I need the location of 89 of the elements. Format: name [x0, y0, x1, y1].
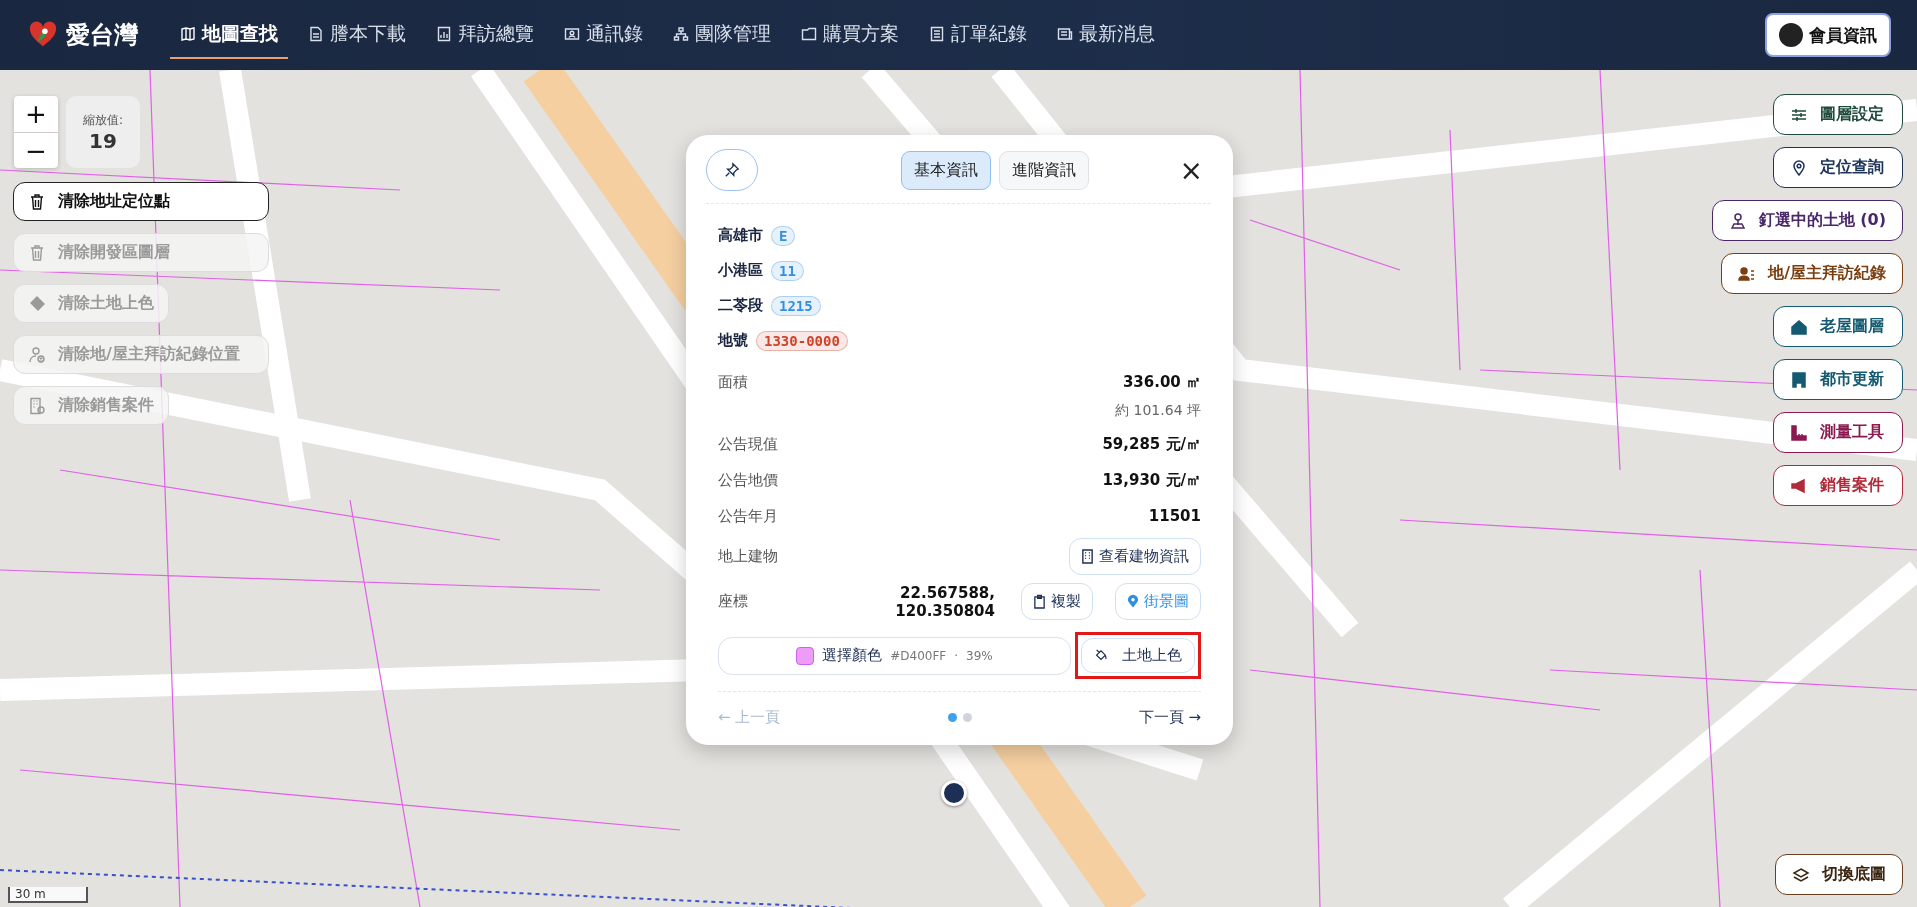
field-value: 13,930 元/㎡ — [1102, 470, 1201, 490]
nav-tab[interactable]: 團隊管理 — [663, 11, 781, 59]
nav-tab[interactable]: 訂單紀錄 — [919, 11, 1037, 59]
contact-list-icon — [1738, 264, 1757, 283]
map-tool-button[interactable]: 地/屋主拜訪紀錄 — [1721, 253, 1903, 294]
zoom-out-button[interactable]: − — [14, 132, 58, 168]
brand-name: 愛台灣 — [66, 20, 138, 51]
pin-button[interactable] — [706, 149, 758, 191]
zoom-value: 19 — [89, 128, 117, 153]
info-tab[interactable]: 基本資訊 — [900, 150, 991, 190]
nav-tab[interactable]: 謄本下載 — [298, 11, 416, 59]
zoom-in-button[interactable]: + — [14, 96, 58, 132]
pushpin-icon — [724, 162, 740, 178]
member-info-button[interactable]: 會員資訊 — [1765, 13, 1891, 57]
map-tool-button[interactable]: 圖層設定 — [1773, 94, 1903, 135]
location-label: 二苓段 — [718, 296, 763, 315]
folder-icon — [801, 26, 817, 42]
scale-bar: 30 m — [8, 887, 88, 903]
opacity-value: 39% — [966, 648, 993, 663]
building-remove-icon — [28, 396, 46, 415]
field-value: 59,285 元/㎡ — [1102, 434, 1201, 454]
eraser-icon — [28, 294, 46, 313]
trash-icon — [28, 243, 46, 262]
coordinates-value: 22.567588, 120.350804 — [895, 583, 995, 620]
map-tool-button[interactable]: 老屋圖層 — [1773, 306, 1903, 347]
street-view-button[interactable]: 街景圖 — [1115, 583, 1201, 620]
contact-card-icon — [564, 26, 580, 42]
separator-dot: · — [954, 648, 959, 663]
avatar-icon — [1779, 23, 1803, 47]
field-label: 地上建物 — [718, 547, 779, 566]
nav-tab[interactable]: 拜訪總覽 — [426, 11, 544, 59]
copy-button[interactable]: 複製 — [1021, 583, 1093, 620]
map-tool-button[interactable]: 測量工具 — [1773, 412, 1903, 453]
nav-tab[interactable]: 最新消息 — [1047, 11, 1165, 59]
info-tab[interactable]: 進階資訊 — [998, 150, 1089, 190]
code-tag: E — [771, 225, 796, 246]
field-value: 336.00 ㎡ — [1122, 372, 1201, 392]
person-remove-icon — [28, 345, 46, 364]
clipboard-icon — [1033, 594, 1046, 609]
field-value: 11501 — [1148, 507, 1201, 525]
next-page-link[interactable]: 下一頁 → — [1138, 704, 1201, 731]
field-subvalue: 約 101.64 坪 — [1114, 402, 1201, 420]
field-label: 公告現值 — [718, 434, 779, 454]
ruler-icon — [1790, 423, 1808, 442]
document-icon — [308, 26, 324, 42]
paint-land-button[interactable]: 土地上色 — [1081, 638, 1195, 673]
color-picker-button[interactable]: 選擇顏色 #D400FF · 39% — [718, 636, 1071, 675]
map-tool-button[interactable]: 定位查詢 — [1773, 147, 1903, 188]
map-icon — [180, 26, 196, 42]
code-tag: 1330-0000 — [756, 330, 848, 351]
view-building-button[interactable]: 查看建物資訊 — [1069, 538, 1201, 575]
field-label: 公告地價 — [718, 470, 779, 490]
map-tool-button[interactable]: 都市更新 — [1773, 359, 1903, 400]
org-chart-icon — [673, 26, 689, 42]
location-label: 小港區 — [718, 261, 763, 280]
field-label: 面積 — [718, 372, 749, 392]
trash-icon — [28, 192, 46, 211]
map-tool-button[interactable]: 銷售案件 — [1773, 465, 1903, 506]
location-label: 高雄市 — [718, 226, 763, 245]
field-label: 公告年月 — [718, 506, 779, 526]
location-pin-icon — [1790, 158, 1808, 177]
layers-icon — [1792, 865, 1810, 884]
building-icon — [1790, 370, 1808, 389]
switch-basemap-button[interactable]: 切換底圖 — [1775, 854, 1903, 895]
close-button[interactable]: × — [1171, 153, 1211, 187]
color-hex: #D400FF — [890, 648, 947, 663]
building-icon — [1081, 549, 1094, 564]
location-label: 地號 — [718, 331, 748, 350]
newspaper-icon — [1057, 26, 1073, 42]
nav-tab[interactable]: 地圖查找 — [170, 11, 288, 59]
house-icon — [1790, 317, 1808, 336]
clear-action-button[interactable]: 清除地址定位點 — [13, 182, 269, 221]
zoom-label: 縮放值: — [82, 111, 123, 129]
page-dot[interactable] — [962, 713, 972, 722]
map-tool-button[interactable]: 釘選中的土地 (0) — [1711, 200, 1903, 241]
chart-icon — [436, 26, 452, 42]
megaphone-icon — [1790, 476, 1808, 495]
paint-bucket-icon — [1094, 648, 1108, 663]
color-swatch-icon — [796, 646, 815, 665]
location-pin-icon — [1127, 594, 1139, 609]
nav-tab[interactable]: 通訊錄 — [554, 11, 653, 59]
nav-tab[interactable]: 購買方案 — [791, 11, 909, 59]
person-pin-icon — [1728, 211, 1747, 230]
code-tag: 1215 — [771, 295, 821, 316]
receipt-icon — [929, 26, 945, 42]
picker-label: 選擇顏色 — [822, 646, 883, 665]
field-label: 座標 — [718, 592, 749, 611]
code-tag: 11 — [771, 260, 804, 281]
page-dot[interactable] — [947, 713, 957, 722]
